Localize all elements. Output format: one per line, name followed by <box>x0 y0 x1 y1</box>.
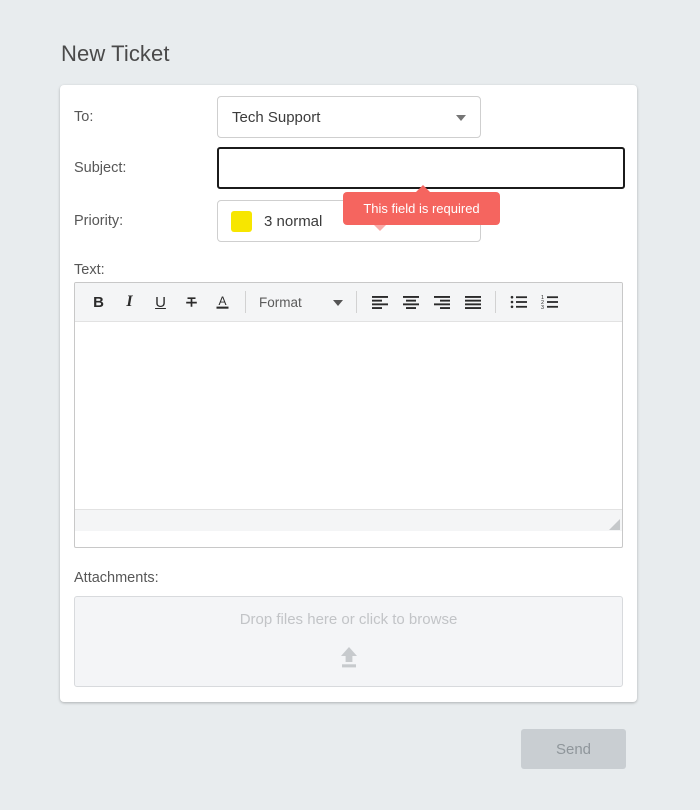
app-root: New Ticket To: Tech Support Subject: Pri… <box>0 0 700 810</box>
to-select-value: Tech Support <box>232 108 321 126</box>
italic-button[interactable]: I <box>114 287 145 318</box>
toolbar-divider <box>245 291 246 313</box>
attachments-label: Attachments: <box>74 570 159 586</box>
editor-content-area[interactable] <box>75 322 622 509</box>
attachments-dropzone[interactable]: Drop files here or click to browse <box>74 596 623 687</box>
priority-select-value: 3 normal <box>264 212 323 230</box>
editor-toolbar: B I U A Format 1 2 3 <box>75 283 622 322</box>
svg-text:3: 3 <box>541 305 544 310</box>
new-ticket-form-card: To: Tech Support Subject: Priority: 3 no… <box>60 85 637 702</box>
dropzone-text: Drop files here or click to browse <box>239 611 458 628</box>
text-color-icon[interactable]: A <box>207 287 238 318</box>
numbered-list-icon[interactable]: 1 2 3 <box>534 287 565 318</box>
validation-message: This field is required <box>363 201 480 216</box>
to-field-label: To: <box>74 109 94 125</box>
priority-field-label: Priority: <box>74 213 124 229</box>
validation-tooltip: This field is required <box>343 185 500 231</box>
strikethrough-icon[interactable] <box>176 287 207 318</box>
chevron-down-icon <box>456 115 466 121</box>
chevron-down-icon <box>333 300 343 306</box>
to-select[interactable]: Tech Support <box>217 96 481 138</box>
align-center-icon[interactable] <box>395 287 426 318</box>
bold-button[interactable]: B <box>83 287 114 318</box>
text-field-label: Text: <box>74 262 105 278</box>
subject-field-label: Subject: <box>74 160 127 176</box>
editor-footer <box>75 509 622 531</box>
toolbar-divider <box>495 291 496 313</box>
resize-grip-icon[interactable] <box>609 519 620 530</box>
align-right-icon[interactable] <box>426 287 457 318</box>
priority-color-swatch <box>231 210 252 232</box>
svg-text:A: A <box>218 294 226 308</box>
format-dropdown[interactable]: Format <box>257 287 349 317</box>
toolbar-divider <box>356 291 357 313</box>
page-title: New Ticket <box>61 41 170 66</box>
format-dropdown-label: Format <box>259 294 302 310</box>
underline-button[interactable]: U <box>145 287 176 318</box>
tooltip-arrow-up-icon <box>415 185 431 193</box>
upload-icon <box>336 645 362 674</box>
align-left-icon[interactable] <box>364 287 395 318</box>
align-justify-icon[interactable] <box>457 287 488 318</box>
tooltip-arrow-down-icon <box>373 224 387 231</box>
send-button[interactable]: Send <box>521 729 626 769</box>
rich-text-editor: B I U A Format 1 2 3 <box>74 282 623 548</box>
bullet-list-icon[interactable] <box>503 287 534 318</box>
subject-input[interactable] <box>217 147 625 189</box>
